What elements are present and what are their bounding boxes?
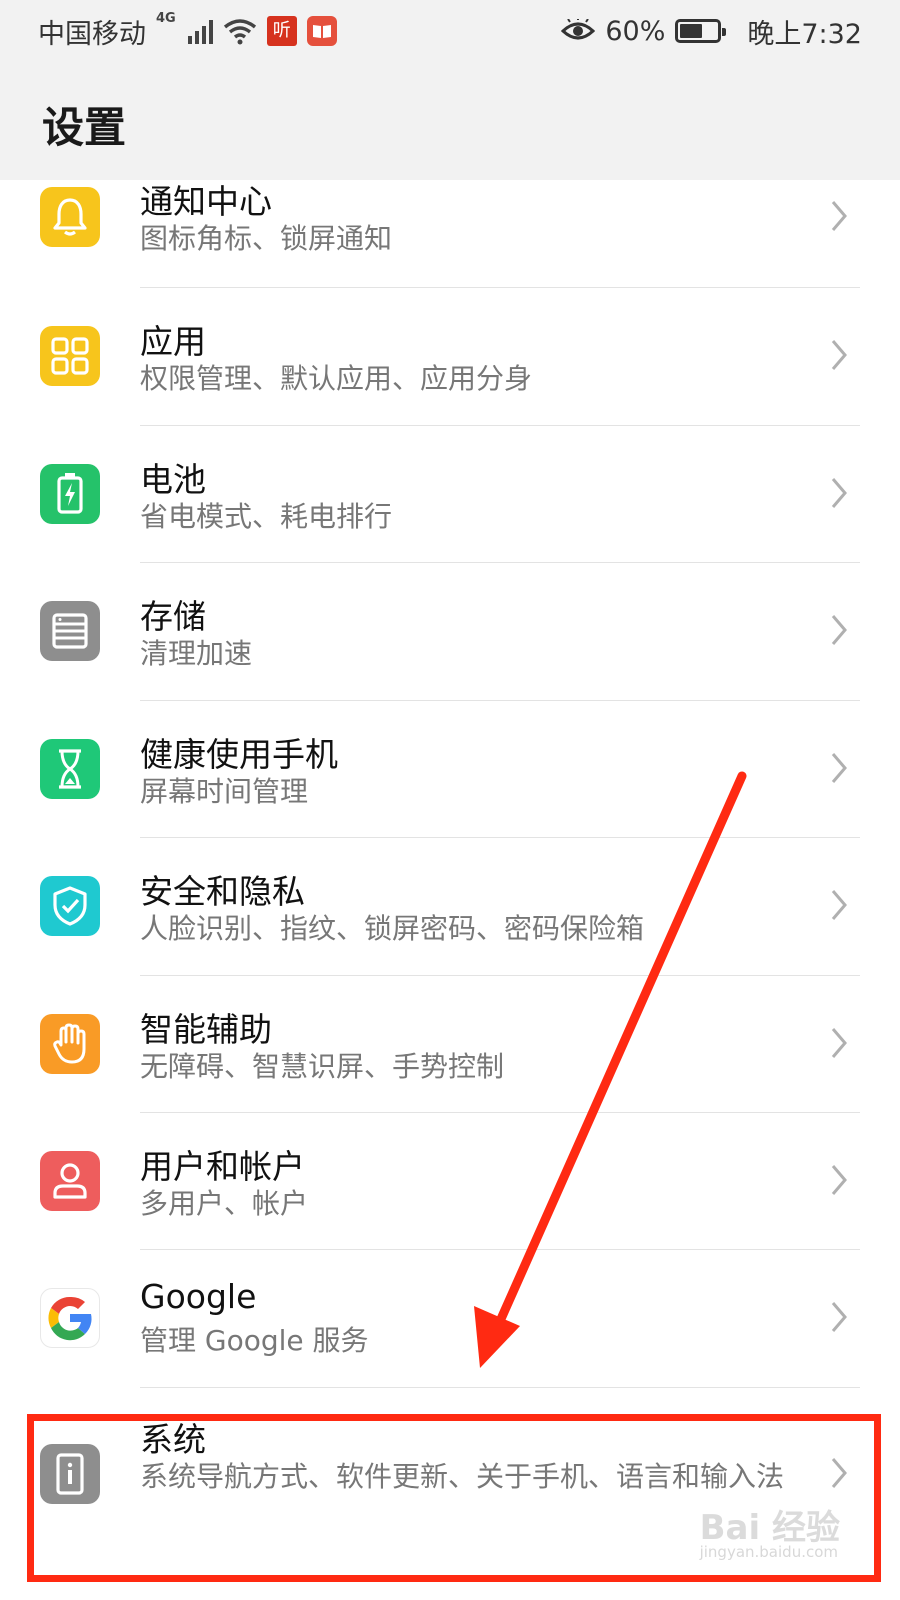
chevron-right-icon <box>831 1028 847 1058</box>
settings-item-subtitle: 图标角标、锁屏通知 <box>140 222 393 255</box>
settings-item-digital-balance[interactable]: 健康使用手机 屏幕时间管理 <box>0 701 900 841</box>
settings-item-subtitle: 屏幕时间管理 <box>140 775 309 808</box>
hand-icon <box>40 1014 100 1074</box>
carrier-label: 中国移动 <box>38 18 146 50</box>
settings-item-subtitle: 省电模式、耗电排行 <box>140 500 393 533</box>
settings-item-subtitle: 管理 Google 服务 <box>140 1324 369 1357</box>
settings-item-battery[interactable]: 电池 省电模式、耗电排行 <box>0 426 900 566</box>
apps-grid-icon <box>40 326 100 386</box>
settings-item-smart-assistance[interactable]: 智能辅助 无障碍、智慧识屏、手势控制 <box>0 976 900 1116</box>
wifi-icon <box>223 19 256 45</box>
chevron-right-icon <box>831 1302 847 1332</box>
battery-charging-icon <box>40 464 100 524</box>
settings-item-google[interactable]: Google 管理 Google 服务 <box>0 1250 900 1390</box>
google-icon <box>40 1288 100 1348</box>
signal-strength-icon <box>187 18 213 44</box>
settings-item-subtitle: 权限管理、默认应用、应用分身 <box>140 362 533 395</box>
bell-icon <box>40 187 100 247</box>
network-type-label: 4G <box>156 10 176 26</box>
chevron-right-icon <box>831 1165 847 1195</box>
user-icon <box>40 1151 100 1211</box>
settings-list[interactable]: 通知中心 图标角标、锁屏通知 应用 权限管理、默认应用、应用分身 电池 省电模式… <box>0 180 900 1600</box>
storage-icon <box>40 601 100 661</box>
settings-item-subtitle: 清理加速 <box>140 637 253 670</box>
watermark-url: jingyan.baidu.com <box>699 1543 838 1561</box>
battery-percent: 60% <box>605 15 666 47</box>
page-title: 设置 <box>42 103 127 152</box>
hourglass-icon <box>40 739 100 799</box>
baidu-jingyan-watermark: Bai 经验 <box>699 1508 840 1548</box>
chevron-right-icon <box>831 890 847 920</box>
chevron-right-icon <box>831 340 847 370</box>
ting-app-notification-icon: 听 <box>266 16 297 46</box>
settings-item-security-privacy[interactable]: 安全和隐私 人脸识别、指纹、锁屏密码、密码保险箱 <box>0 838 900 978</box>
battery-icon <box>675 19 727 43</box>
settings-header: 设置 <box>0 62 900 180</box>
settings-item-users-accounts[interactable]: 用户和帐户 多用户、帐户 <box>0 1113 900 1253</box>
settings-item-notification-center[interactable]: 通知中心 图标角标、锁屏通知 <box>0 180 900 287</box>
eye-comfort-icon <box>561 19 596 40</box>
status-left: 中国移动 4G 听 <box>38 12 337 51</box>
book-app-notification-icon <box>306 16 337 46</box>
chevron-right-icon <box>831 615 847 645</box>
clock: 晚上7:32 <box>747 18 862 50</box>
settings-item-subtitle: 人脸识别、指纹、锁屏密码、密码保险箱 <box>140 912 645 945</box>
settings-item-apps[interactable]: 应用 权限管理、默认应用、应用分身 <box>0 288 900 428</box>
settings-item-storage[interactable]: 存储 清理加速 <box>0 563 900 703</box>
chevron-right-icon <box>831 478 847 508</box>
settings-item-subtitle: 多用户、帐户 <box>140 1187 309 1220</box>
settings-item-title: Google <box>140 1277 257 1316</box>
shield-check-icon <box>40 876 100 936</box>
status-bar: 中国移动 4G 听 60% 晚上7:32 <box>0 0 900 62</box>
chevron-right-icon <box>831 753 847 783</box>
status-right: 60% 晚上7:32 <box>561 12 862 51</box>
chevron-right-icon <box>831 201 847 231</box>
settings-item-subtitle: 无障碍、智慧识屏、手势控制 <box>140 1050 505 1083</box>
